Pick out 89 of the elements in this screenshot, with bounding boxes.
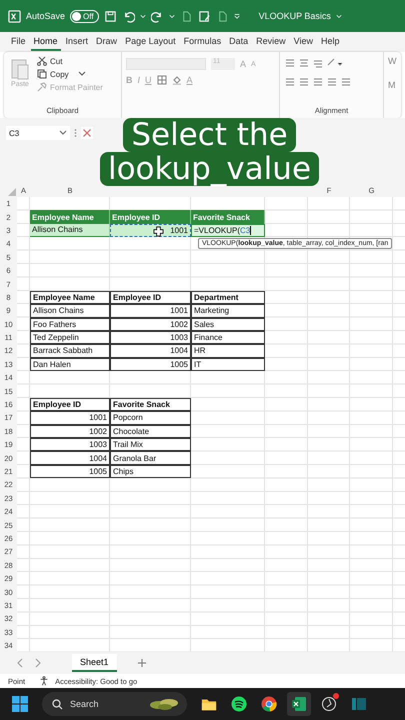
- table-cell: Finance: [191, 330, 265, 344]
- table-cell: Dan Halen: [30, 358, 110, 372]
- sheet-tab[interactable]: Sheet1: [72, 654, 117, 672]
- table-cell: Favorite Snack: [110, 398, 191, 412]
- autosave-label: AutoSave: [26, 11, 66, 21]
- table-cell: 1002: [110, 318, 191, 331]
- menu-tab[interactable]: Page Layout: [122, 33, 179, 51]
- table-cell: 1005: [30, 464, 110, 478]
- table-cell: Favorite Snack: [191, 210, 265, 224]
- wrap-text-button[interactable]: W: [388, 56, 396, 66]
- previous-sheet-icon[interactable]: [16, 658, 24, 668]
- fill-color-icon[interactable]: [172, 75, 182, 85]
- add-sheet-icon[interactable]: [136, 658, 147, 668]
- save-icon[interactable]: [104, 10, 117, 22]
- music-app-icon[interactable]: [231, 696, 247, 712]
- table-cell: Department: [191, 290, 265, 304]
- copy-button[interactable]: Copy: [36, 68, 104, 80]
- menu-tab[interactable]: Insert: [62, 33, 92, 51]
- borders-icon[interactable]: [156, 75, 167, 85]
- table-cell: 1001: [110, 224, 191, 238]
- table-cell: Popcorn: [110, 411, 191, 425]
- caption-text: Select the: [123, 118, 296, 152]
- close-icon[interactable]: [81, 127, 93, 139]
- table-cell: 1003: [30, 438, 110, 452]
- table-cell: 1001: [30, 411, 110, 425]
- table-cell: Ted Zeppelin: [30, 330, 110, 344]
- merge-button[interactable]: M: [388, 80, 396, 90]
- table-cell: HR: [191, 344, 265, 358]
- windows-logo-icon[interactable]: [12, 696, 28, 712]
- table-cell: Employee Name: [30, 290, 110, 304]
- next-sheet-icon[interactable]: [34, 658, 42, 668]
- notification-dot: [333, 693, 339, 699]
- table-cell: =VLOOKUP(C3: [191, 224, 265, 238]
- caret-icon[interactable]: [140, 13, 146, 19]
- table-cell: 1002: [30, 424, 110, 438]
- recorder-app-icon[interactable]: [321, 696, 337, 712]
- caption-text: lookup_value: [100, 152, 320, 186]
- search-input[interactable]: Search: [68, 698, 144, 710]
- document-title[interactable]: VLOOKUP Basics: [258, 11, 331, 21]
- chevron-down-icon[interactable]: [336, 13, 342, 19]
- table-cell: Trail Mix: [110, 438, 191, 452]
- table-cell: Granola Bar: [110, 451, 191, 465]
- table-cell: 1001: [110, 304, 191, 318]
- autosave-toggle[interactable]: Off: [70, 10, 99, 22]
- name-box[interactable]: C3: [6, 126, 70, 140]
- table-cell: 1003: [110, 330, 191, 344]
- menu-tab[interactable]: Review: [253, 33, 289, 51]
- browser-icon[interactable]: [261, 696, 277, 712]
- customize-icon[interactable]: [234, 13, 240, 19]
- caret-icon[interactable]: [168, 13, 175, 19]
- paintbrush-icon: [37, 82, 47, 92]
- search-icon: [52, 698, 63, 710]
- table-cell: Sales: [191, 318, 265, 331]
- leaves-icon: [149, 696, 181, 712]
- menu-tab[interactable]: Help: [318, 33, 343, 51]
- search-bar[interactable]: Search: [42, 692, 187, 716]
- clipboard-icon: [10, 57, 30, 81]
- table-cell: Foo Fathers: [30, 318, 110, 331]
- menu-tab[interactable]: Formulas: [180, 33, 224, 51]
- menu-tab[interactable]: View: [290, 33, 316, 51]
- table-cell: Allison Chains: [30, 304, 110, 318]
- table-cell: Employee ID: [30, 398, 110, 412]
- table-cell: Employee ID: [110, 290, 191, 304]
- accessibility-icon[interactable]: [39, 676, 50, 686]
- cut-button[interactable]: Cut: [36, 55, 104, 67]
- redo-icon[interactable]: [150, 10, 164, 22]
- table-cell: 1004: [110, 344, 191, 358]
- table-cell: Employee ID: [110, 210, 191, 224]
- table-cell: 1005: [110, 358, 191, 372]
- table-cell: 1004: [30, 451, 110, 465]
- spreadsheet-app-icon[interactable]: [291, 696, 307, 712]
- table-cell: Chocolate: [110, 424, 191, 438]
- table-cell: Allison Chains: [30, 224, 110, 238]
- menu-tab[interactable]: Data: [226, 33, 252, 51]
- panel-app-icon[interactable]: [351, 696, 367, 712]
- table-cell: Barrack Sabbath: [30, 344, 110, 358]
- menu-tab[interactable]: File: [8, 33, 29, 51]
- table-cell: Marketing: [191, 304, 265, 318]
- table-cell: Chips: [110, 464, 191, 478]
- form-icon[interactable]: [198, 10, 211, 22]
- cursor-icon: [153, 226, 164, 237]
- copy-icon: [37, 69, 47, 79]
- menu-tab[interactable]: Draw: [93, 33, 120, 51]
- table-cell: IT: [191, 358, 265, 372]
- spreadsheet-icon[interactable]: [8, 10, 21, 22]
- caret-icon: [78, 71, 86, 77]
- scissors-icon: [37, 56, 47, 66]
- table-cell: Employee Name: [30, 210, 110, 224]
- more-icon: [74, 128, 77, 138]
